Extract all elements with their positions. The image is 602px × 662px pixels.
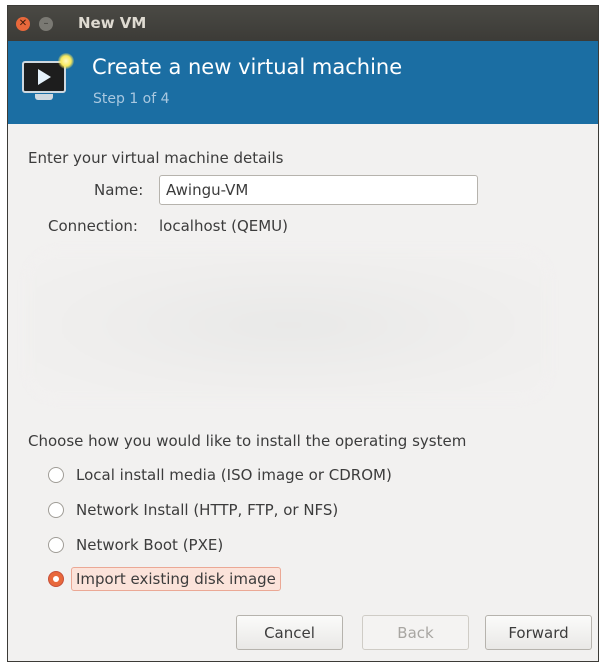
radio-label: Network Boot (PXE) <box>76 536 224 554</box>
new-vm-dialog: ✕ – New VM Create a new virtual machine … <box>7 5 599 662</box>
radio-import-disk-image[interactable]: Import existing disk image <box>48 566 281 592</box>
name-input[interactable] <box>159 175 478 205</box>
radio-label: Import existing disk image <box>71 567 281 591</box>
cancel-button[interactable]: Cancel <box>236 615 343 650</box>
name-label: Name: <box>94 181 144 199</box>
header-banner: Create a new virtual machine Step 1 of 4 <box>8 41 598 124</box>
radio-network-boot[interactable]: Network Boot (PXE) <box>48 532 223 558</box>
window-title: New VM <box>78 14 147 32</box>
radio-button-checked[interactable] <box>48 571 64 587</box>
new-vm-monitor-icon <box>22 53 74 103</box>
connection-value: localhost (QEMU) <box>159 217 289 235</box>
details-section-label: Enter your virtual machine details <box>28 149 284 167</box>
blurred-region <box>26 250 550 400</box>
step-indicator: Step 1 of 4 <box>93 91 170 107</box>
titlebar: ✕ – New VM <box>8 6 598 41</box>
radio-local-install-media[interactable]: Local install media (ISO image or CDROM) <box>48 462 392 488</box>
install-section-label: Choose how you would like to install the… <box>28 432 467 450</box>
back-button[interactable]: Back <box>362 615 469 650</box>
page-title: Create a new virtual machine <box>92 55 403 79</box>
close-icon[interactable]: ✕ <box>16 17 30 31</box>
dialog-content: Enter your virtual machine details Name:… <box>8 124 598 661</box>
radio-button[interactable] <box>48 537 64 553</box>
minimize-icon[interactable]: – <box>39 17 53 31</box>
radio-label: Local install media (ISO image or CDROM) <box>76 466 392 484</box>
forward-button[interactable]: Forward <box>485 615 592 650</box>
connection-label: Connection: <box>48 217 138 235</box>
radio-network-install[interactable]: Network Install (HTTP, FTP, or NFS) <box>48 497 338 523</box>
radio-label: Network Install (HTTP, FTP, or NFS) <box>76 501 339 519</box>
radio-button[interactable] <box>48 502 64 518</box>
radio-button[interactable] <box>48 467 64 483</box>
